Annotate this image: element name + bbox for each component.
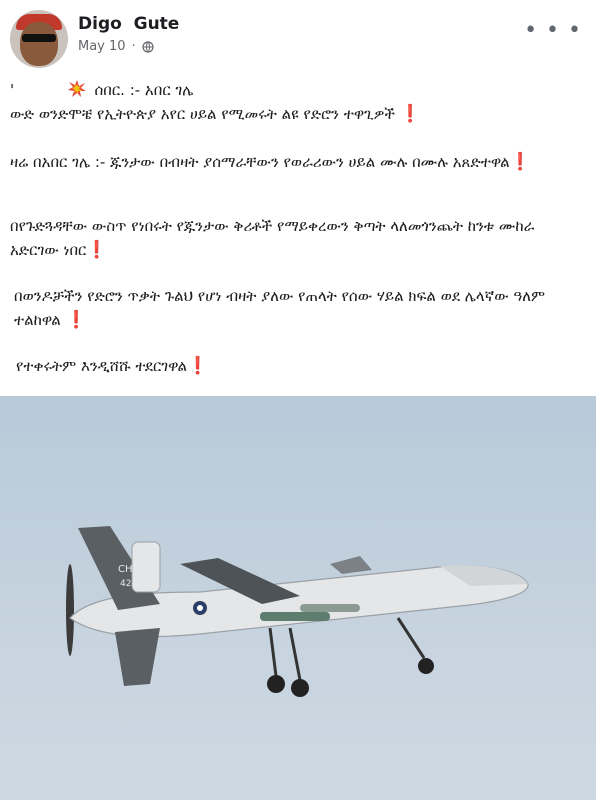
exclamation-icon: ❗ <box>65 310 87 330</box>
tail-code: CH <box>118 564 133 575</box>
insignia-star <box>197 605 203 611</box>
intro-text: ውድ ወንድሞቼ የኢትዮጵያ አየር ሀይል የሚመሩት ልዩ የድሮን ተዋ… <box>10 105 400 123</box>
collision-icon <box>67 80 86 97</box>
paragraph-5-text: የተቀሩትም እንዲሸሹ ተደርገዋል <box>16 357 187 375</box>
intro-line: ውድ ወንድሞቼ የኢትዮጵያ አየር ሀይል የሚመሩት ልዩ የድሮን ተዋ… <box>10 102 421 126</box>
landing-gear-strut <box>268 627 278 677</box>
stray-tick: ' <box>10 81 15 99</box>
post-headline-line: ' ሰበር. :- አበር ገሌ <box>10 78 193 102</box>
landing-wheel <box>291 679 309 697</box>
exclamation-icon: ❗ <box>186 356 209 376</box>
paragraph-5: የተቀሩትም እንዲሸሹ ተደርገዋል❗ <box>16 354 208 378</box>
drone-missile <box>300 604 360 612</box>
nose-wheel <box>418 658 434 674</box>
paragraph-4-text: በወንዶቻችን የድሮን ጥቃት ጉልህ የሆነ ብዛት ያለው የጠላት የሰ… <box>14 287 546 329</box>
avatar-face <box>20 22 58 66</box>
post-header: Digo Gute May 10 · • • • <box>0 0 596 70</box>
globe-icon[interactable] <box>142 40 154 53</box>
avatar[interactable] <box>10 10 68 68</box>
drone-far-wing <box>330 556 372 574</box>
paragraph-3: በየጉድጓዳቸው ውስጥ የነበሩት የጁንታው ቅሪቶች የማይቀረውን ቅጣ… <box>10 214 570 262</box>
drone-missile <box>260 612 330 621</box>
paragraph-2-text: ዛሬ በአበር ገሌ :- ጁንታው በብዛት ያሰማራቸውን የወራሪውን ሀ… <box>10 153 510 171</box>
drone-ventral-fin <box>115 628 160 686</box>
post-meta: May 10 · <box>78 39 154 54</box>
nose-gear-strut <box>396 617 426 659</box>
post-image[interactable]: CH 4242 <box>0 396 596 800</box>
headline: ሰበር. :- አበር ገሌ <box>94 81 194 99</box>
landing-wheel <box>267 675 285 693</box>
exclamation-icon: ❗ <box>509 152 531 172</box>
author-name[interactable]: Digo Gute <box>78 14 179 34</box>
exclamation-icon: ❗ <box>86 240 108 260</box>
landing-gear-strut <box>288 627 302 681</box>
tail-number: 4242 <box>120 579 143 589</box>
paragraph-2: ዛሬ በአበር ገሌ :- ጁንታው በብዛት ያሰማራቸውን የወራሪውን ሀ… <box>10 150 570 174</box>
propeller-blade <box>66 564 74 656</box>
drone-illustration: CH 4242 <box>66 526 529 697</box>
exclamation-icon: ❗ <box>399 104 421 124</box>
more-options-icon[interactable]: • • • <box>524 20 582 42</box>
post-date[interactable]: May 10 <box>78 39 126 54</box>
meta-separator: · <box>131 39 136 54</box>
paragraph-4: በወንዶቻችን የድሮን ጥቃት ጉልህ የሆነ ብዛት ያለው የጠላት የሰ… <box>14 284 574 332</box>
avatar-sunglasses <box>22 34 56 42</box>
